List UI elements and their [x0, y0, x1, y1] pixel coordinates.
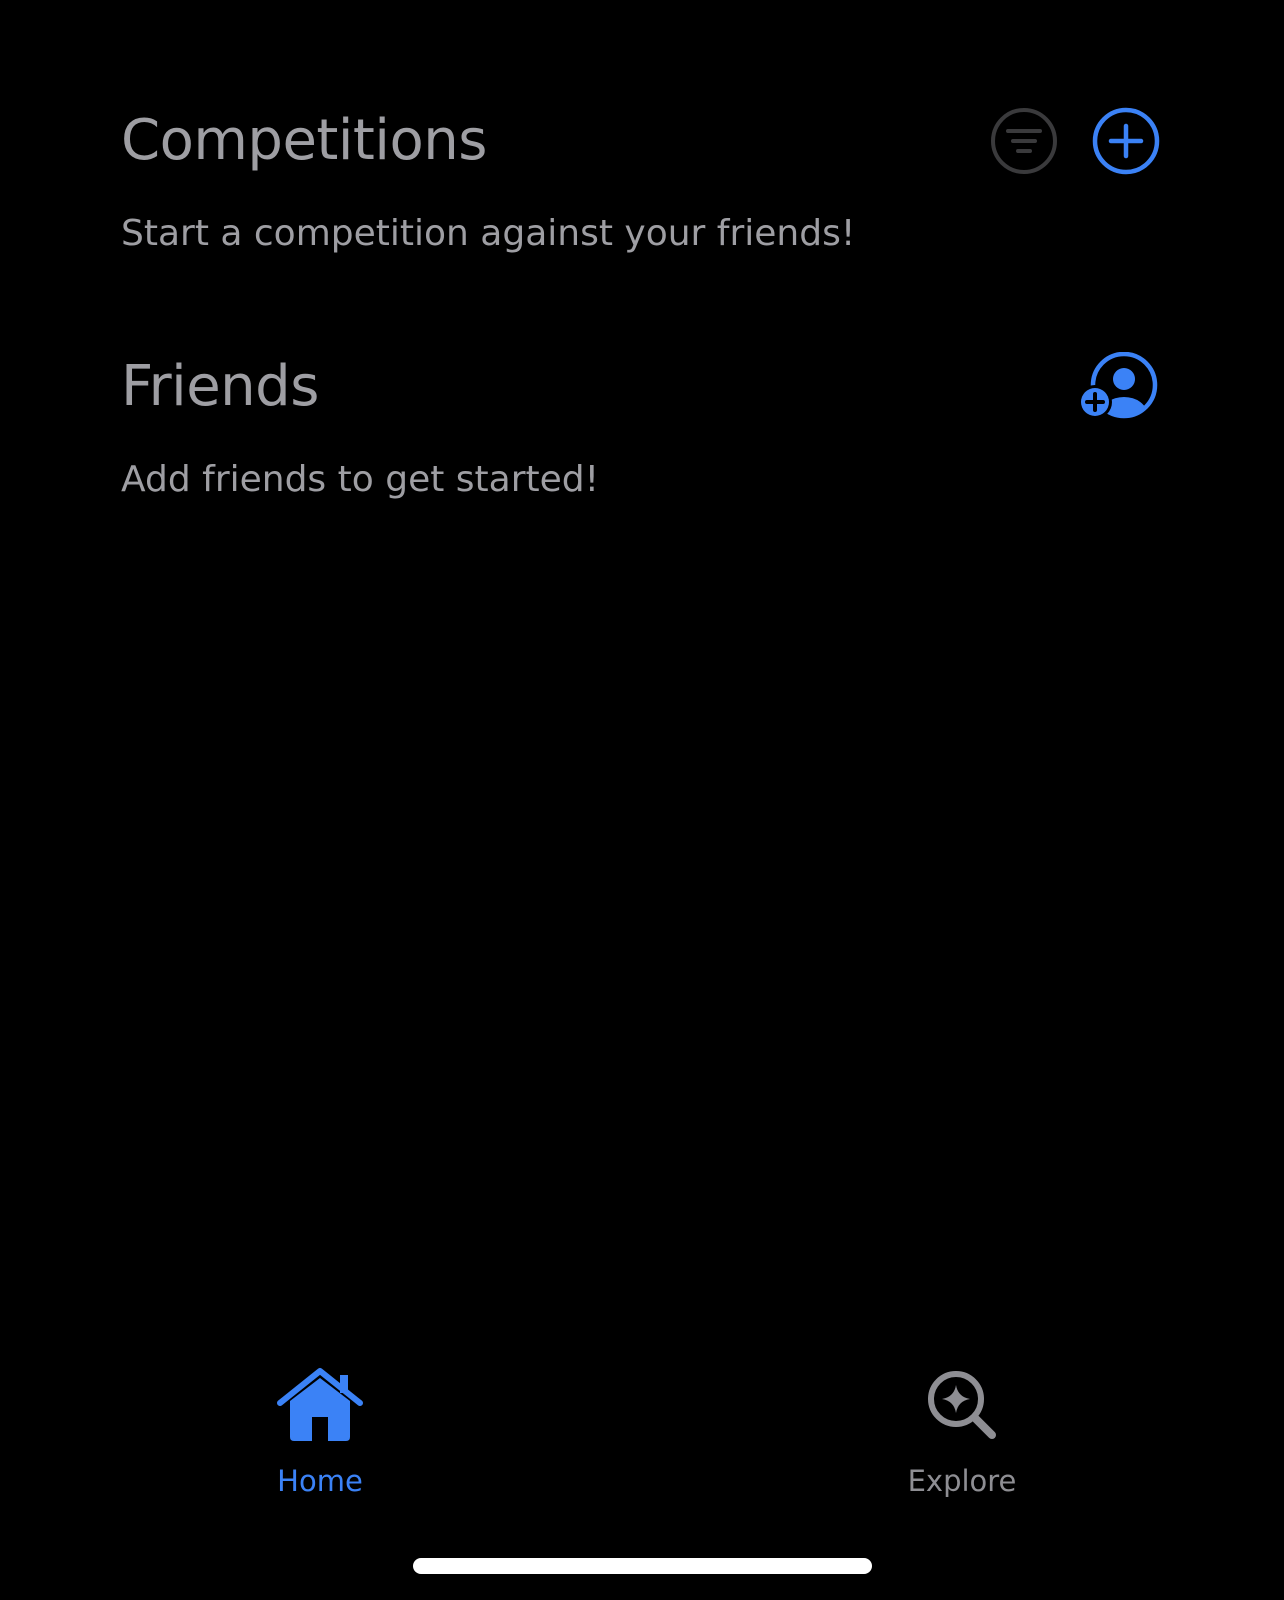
plus-circle-icon [1092, 107, 1160, 175]
tab-bar: Home Explore [0, 1360, 1284, 1500]
competitions-empty-message: Start a competition against your friends… [121, 213, 856, 254]
tab-explore[interactable]: Explore [862, 1360, 1062, 1498]
competitions-header: Competitions [121, 100, 1160, 182]
tab-explore-label: Explore [907, 1464, 1017, 1498]
friends-header: Friends [121, 346, 1160, 428]
friends-title: Friends [121, 354, 319, 419]
tab-home[interactable]: Home [220, 1360, 420, 1498]
add-competition-button[interactable] [1092, 107, 1160, 175]
friends-empty-message: Add friends to get started! [121, 459, 600, 500]
add-friend-button[interactable] [1078, 352, 1160, 421]
filter-button[interactable] [990, 107, 1058, 175]
sparkle-magnifyingglass-icon [917, 1360, 1007, 1450]
friends-section: Friends Add friends to get started! [121, 346, 1160, 501]
filter-icon [991, 108, 1057, 174]
competitions-title: Competitions [121, 108, 487, 173]
tab-home-label: Home [277, 1464, 363, 1498]
competitions-actions [990, 107, 1160, 175]
competitions-section: Competitions Start a competition against… [121, 100, 1160, 255]
house-fill-icon [275, 1360, 365, 1450]
friends-actions [1078, 352, 1160, 421]
add-friend-icon [1078, 352, 1158, 419]
home-indicator [413, 1558, 872, 1574]
